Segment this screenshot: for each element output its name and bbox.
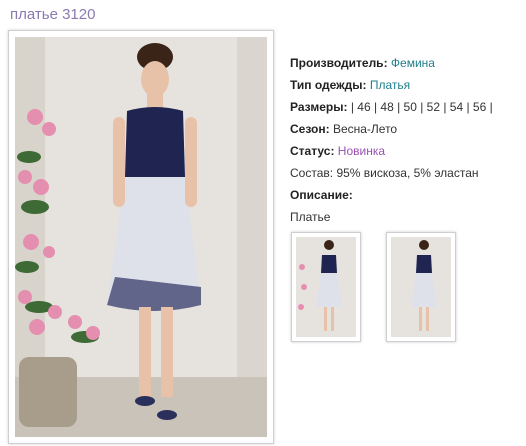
description-text: Платье — [290, 210, 331, 224]
composition-value: 95% вискоза, 5% эластан — [336, 166, 479, 180]
composition-row: Состав: 95% вискоза, 5% эластан — [290, 162, 493, 184]
manufacturer-label: Производитель: — [290, 56, 388, 70]
season-label: Сезон: — [290, 122, 330, 136]
manufacturer-link[interactable]: Фемина — [391, 56, 435, 70]
season-value: Весна-Лето — [332, 122, 398, 136]
thumbnail-front-image — [296, 237, 356, 337]
main-product-photo[interactable] — [8, 30, 274, 444]
manufacturer-row: Производитель: Фемина — [290, 52, 493, 74]
sizes-label: Размеры: — [290, 100, 348, 114]
thumbnail-back-image — [391, 237, 451, 337]
season-row: Сезон: Весна-Лето — [290, 118, 493, 140]
thumbnail-front-view[interactable] — [291, 232, 361, 342]
description-label: Описание: — [290, 188, 353, 202]
sizes-value: | 46 | 48 | 50 | 52 | 54 | 56 | — [350, 100, 493, 114]
dress-photo-image — [15, 37, 267, 437]
status-label: Статус: — [290, 144, 335, 158]
product-details: Производитель: Фемина Тип одежды: Платья… — [290, 52, 493, 228]
clothing-type-label: Тип одежды: — [290, 78, 367, 92]
composition-label: Состав: — [290, 166, 334, 180]
sizes-row: Размеры: | 46 | 48 | 50 | 52 | 54 | 56 | — [290, 96, 493, 118]
page-title: платье 3120 — [10, 6, 96, 23]
status-row: Статус: Новинка — [290, 140, 493, 162]
description-row: Описание: — [290, 184, 493, 206]
status-link[interactable]: Новинка — [338, 144, 385, 158]
clothing-type-link[interactable]: Платья — [370, 78, 410, 92]
thumbnail-back-view[interactable] — [386, 232, 456, 342]
clothing-type-row: Тип одежды: Платья — [290, 74, 493, 96]
